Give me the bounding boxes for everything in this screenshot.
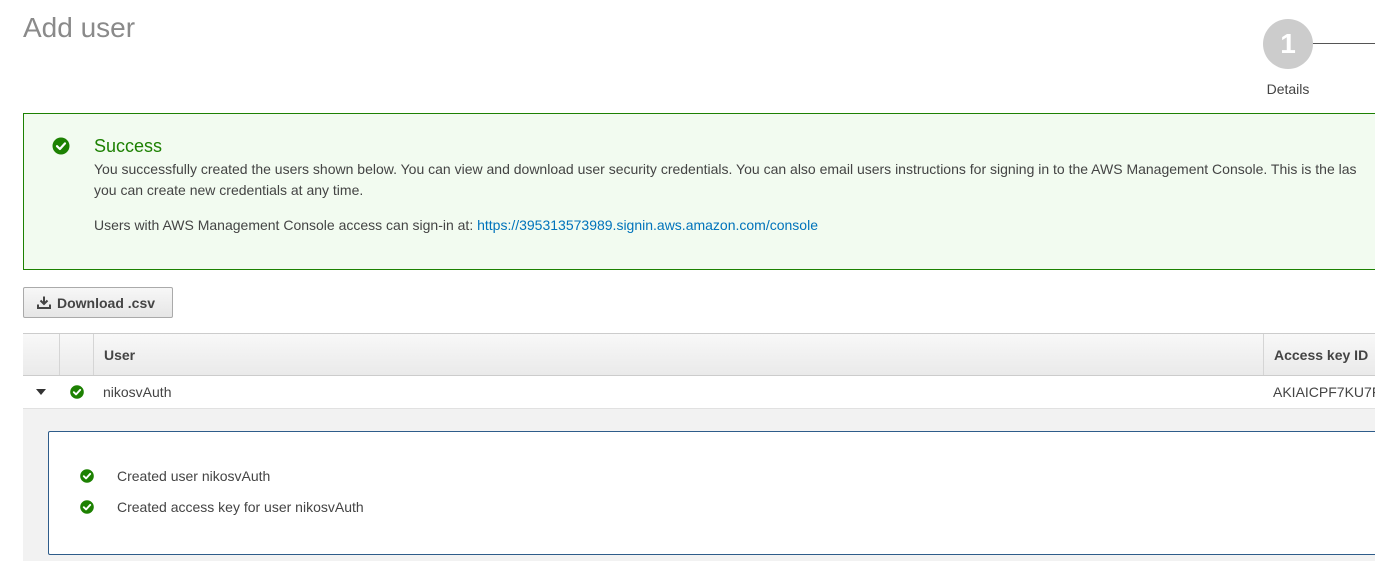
signin-info: Users with AWS Management Console access… xyxy=(94,217,818,233)
access-key-id-cell: AKIAICPF7KU7F xyxy=(1273,384,1375,400)
check-circle-icon xyxy=(52,137,70,160)
add-user-page: Add user 1 Details Success You successfu… xyxy=(0,0,1375,561)
access-key-column-header[interactable]: Access key ID xyxy=(1263,334,1375,375)
check-circle-icon xyxy=(80,500,94,514)
user-name-cell: nikosvAuth xyxy=(103,384,172,400)
user-column-header[interactable]: User xyxy=(93,334,1263,375)
check-circle-icon xyxy=(80,469,94,483)
log-item: Created access key for user nikosvAuth xyxy=(80,499,364,515)
table-row[interactable]: nikosvAuth AKIAICPF7KU7F xyxy=(23,376,1375,409)
alert-message-line-1: You successfully created the users shown… xyxy=(94,161,1357,177)
log-item: Created user nikosvAuth xyxy=(80,468,270,484)
alert-message: You successfully created the users shown… xyxy=(94,159,1375,201)
alert-title: Success xyxy=(94,136,163,156)
alert-message-line-2: you can create new credentials at any ti… xyxy=(94,182,364,198)
log-item-text: Created access key for user nikosvAuth xyxy=(117,499,364,515)
signin-url-link[interactable]: https://395313573989.signin.aws.amazon.c… xyxy=(477,217,818,233)
step-number: 1 xyxy=(1280,28,1296,59)
row-details-panel: Created user nikosvAuth Created access k… xyxy=(23,409,1375,561)
download-csv-label: Download .csv xyxy=(57,294,156,311)
step-label: Details xyxy=(1266,81,1310,97)
step-indicator: 1 xyxy=(1263,19,1313,69)
download-icon xyxy=(37,296,51,309)
status-column-header xyxy=(59,334,93,375)
success-alert: Success You successfully created the use… xyxy=(23,113,1375,270)
caret-down-icon[interactable] xyxy=(36,389,46,395)
page-title: Add user xyxy=(23,12,136,43)
download-csv-button[interactable]: Download .csv xyxy=(23,287,173,318)
step-connector xyxy=(1313,43,1375,44)
signin-prefix: Users with AWS Management Console access… xyxy=(94,217,478,233)
check-circle-icon xyxy=(70,385,84,404)
expand-column-header xyxy=(23,334,59,375)
log-item-text: Created user nikosvAuth xyxy=(117,468,271,484)
users-table-header: User Access key ID xyxy=(23,333,1375,376)
creation-log: Created user nikosvAuth Created access k… xyxy=(48,431,1375,555)
